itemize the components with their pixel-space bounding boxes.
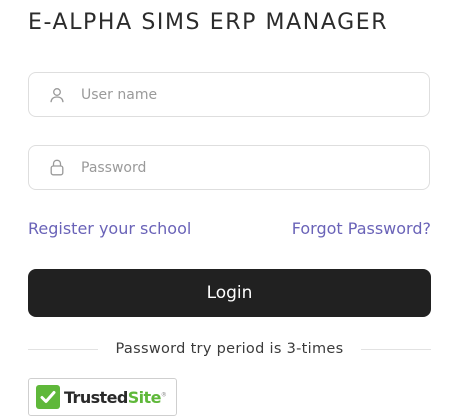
trusted-site-logo-part2: Site bbox=[127, 387, 162, 407]
lock-icon bbox=[49, 159, 65, 177]
trusted-site-logo-part1: Trusted bbox=[64, 387, 128, 407]
password-notice-text: Password try period is 3-times bbox=[115, 341, 344, 357]
trusted-site-badge[interactable]: TrustedSite® bbox=[28, 378, 177, 416]
register-school-link[interactable]: Register your school bbox=[28, 219, 191, 238]
login-button[interactable]: Login bbox=[28, 269, 431, 317]
password-field[interactable] bbox=[28, 145, 430, 190]
username-input[interactable] bbox=[81, 86, 381, 103]
checkmark-icon bbox=[36, 385, 60, 409]
registered-mark: ® bbox=[160, 391, 167, 399]
username-field[interactable] bbox=[28, 72, 430, 117]
user-icon bbox=[49, 86, 65, 104]
forgot-password-link[interactable]: Forgot Password? bbox=[292, 219, 431, 238]
password-notice: Password try period is 3-times bbox=[28, 339, 431, 359]
page-title: E-ALPHA SIMS ERP MANAGER bbox=[28, 10, 389, 35]
password-input[interactable] bbox=[81, 159, 381, 176]
divider-left bbox=[28, 348, 98, 350]
divider-right bbox=[361, 348, 431, 350]
trusted-site-logo: TrustedSite® bbox=[64, 387, 167, 407]
